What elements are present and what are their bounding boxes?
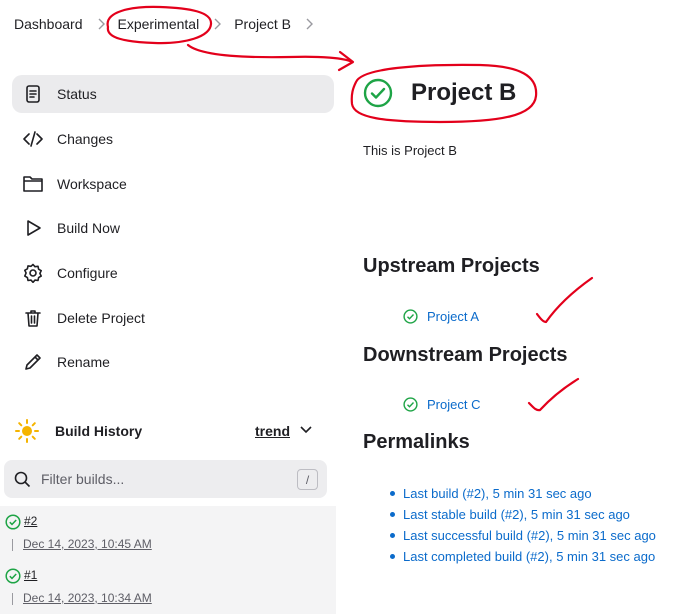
chevron-right-icon [213, 18, 222, 30]
sidebar-item-label: Workspace [57, 176, 127, 192]
success-check-icon [403, 309, 418, 324]
divider [12, 539, 13, 551]
breadcrumb-dashboard[interactable]: Dashboard [14, 16, 83, 32]
permalink-last-successful-build[interactable]: Last successful build (#2), 5 min 31 sec… [390, 528, 656, 549]
trend-link[interactable]: trend [255, 423, 290, 439]
page-title-row: Project B [363, 78, 516, 108]
build-row: #2 Dec 14, 2023, 10:45 AM [0, 506, 336, 560]
sidebar-item-label: Configure [57, 265, 118, 281]
breadcrumb: Dashboard Experimental Project B [0, 0, 691, 48]
build-row: #1 Dec 14, 2023, 10:34 AM [0, 560, 336, 614]
annotation-check-downstream [527, 377, 580, 412]
build-date-link[interactable]: Dec 14, 2023, 10:34 AM [23, 591, 152, 605]
permalink-last-completed-build[interactable]: Last completed build (#2), 5 min 31 sec … [390, 549, 656, 570]
gear-icon [22, 262, 44, 284]
code-icon [22, 128, 44, 150]
upstream-project-link[interactable]: Project A [403, 309, 479, 324]
downstream-heading: Downstream Projects [363, 344, 568, 366]
permalink-last-stable-build[interactable]: Last stable build (#2), 5 min 31 sec ago [390, 507, 656, 528]
pencil-icon [22, 351, 44, 373]
chevron-right-icon [97, 18, 106, 30]
build-date-link[interactable]: Dec 14, 2023, 10:45 AM [23, 537, 152, 551]
search-icon [14, 471, 31, 487]
permalink-last-build[interactable]: Last build (#2), 5 min 31 sec ago [390, 486, 656, 507]
project-description: This is Project B [363, 143, 457, 158]
build-number-link[interactable]: #2 [24, 514, 37, 528]
keyboard-shortcut-badge: / [297, 469, 318, 490]
sidebar-item-status[interactable]: Status [12, 75, 334, 113]
success-check-icon [5, 514, 21, 530]
permalinks-heading: Permalinks [363, 431, 470, 453]
sidebar-item-build-now[interactable]: Build Now [12, 209, 334, 247]
filter-builds-field: / [4, 460, 327, 498]
success-check-icon [403, 397, 418, 412]
sun-icon [15, 419, 39, 443]
downstream-project-link[interactable]: Project C [403, 397, 480, 412]
document-icon [22, 83, 44, 105]
chevron-right-icon[interactable] [305, 18, 314, 30]
sidebar-item-label: Rename [57, 354, 110, 370]
permalinks-list: Last build (#2), 5 min 31 sec ago Last s… [390, 486, 656, 570]
upstream-heading: Upstream Projects [363, 255, 540, 277]
breadcrumb-project-b[interactable]: Project B [234, 16, 291, 32]
annotation-check-upstream [535, 276, 594, 324]
breadcrumb-experimental[interactable]: Experimental [118, 16, 200, 32]
divider [12, 593, 13, 605]
play-icon [22, 217, 44, 239]
sidebar-item-changes[interactable]: Changes [12, 120, 334, 158]
sidebar-item-delete-project[interactable]: Delete Project [12, 299, 334, 337]
annotation-arrowhead [337, 50, 355, 72]
build-history-header: Build History trend [0, 410, 336, 452]
trash-icon [22, 307, 44, 329]
sidebar-item-configure[interactable]: Configure [12, 254, 334, 292]
project-link-label: Project C [427, 397, 481, 412]
success-check-icon [363, 78, 393, 108]
sidebar-item-label: Delete Project [57, 310, 145, 326]
chevron-down-icon[interactable] [299, 423, 313, 437]
page-title: Project B [411, 79, 517, 106]
filter-builds-input[interactable] [41, 471, 281, 487]
sidebar-item-label: Status [57, 86, 97, 102]
success-check-icon [5, 568, 21, 584]
folder-icon [22, 173, 44, 195]
project-link-label: Project A [427, 309, 480, 324]
sidebar-item-label: Changes [57, 131, 114, 147]
build-history-title: Build History [55, 423, 143, 439]
sidebar-item-rename[interactable]: Rename [12, 343, 334, 381]
build-number-link[interactable]: #1 [24, 568, 37, 582]
sidebar-item-label: Build Now [57, 220, 121, 236]
sidebar-item-workspace[interactable]: Workspace [12, 165, 334, 203]
